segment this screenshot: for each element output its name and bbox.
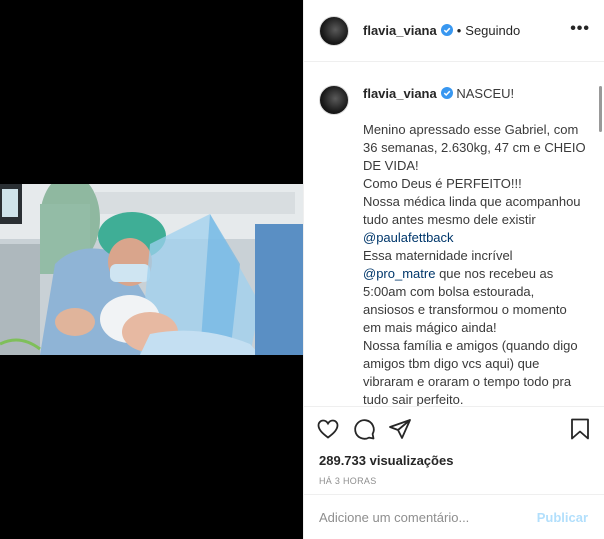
caption-text: NASCEU! Menino apressado esse Gabriel, c… [363, 86, 588, 406]
header-username[interactable]: flavia_viana [363, 23, 453, 38]
media-panel [0, 0, 303, 539]
add-comment-bar: Publicar [304, 494, 604, 539]
post-header: flavia_viana • Seguindo ••• [304, 0, 604, 62]
post-sidebar: flavia_viana • Seguindo ••• flavia_viana… [303, 0, 604, 539]
caption-username[interactable]: flavia_viana [363, 86, 437, 101]
separator-dot: • [456, 23, 462, 38]
following-button[interactable]: Seguindo [465, 23, 520, 38]
comments-section: flavia_viana NASCEU! Menino apressado es… [304, 63, 604, 406]
caption-row: flavia_viana NASCEU! Menino apressado es… [319, 85, 588, 406]
comment-icon[interactable] [352, 417, 376, 441]
caption-segment: Essa maternidade incrível [363, 248, 513, 263]
mention-link[interactable]: @pro_matre [363, 266, 435, 281]
mention-link[interactable]: @paulafettback [363, 230, 454, 245]
caption-segment: NASCEU! Menino apressado esse Gabriel, c… [363, 86, 586, 227]
post-actions-area: 289.733 visualizações HÁ 3 HORAS [304, 406, 604, 486]
avatar[interactable] [319, 15, 349, 46]
comment-input[interactable] [319, 509, 537, 525]
post-caption: flavia_viana NASCEU! Menino apressado es… [363, 85, 588, 406]
caption-segment: que nos recebeu as 5:00am com bolsa esto… [363, 266, 578, 406]
publish-button[interactable]: Publicar [537, 510, 588, 525]
post-video[interactable] [0, 184, 303, 355]
verified-badge-icon [440, 87, 453, 99]
more-options-icon[interactable]: ••• [570, 20, 590, 38]
avatar[interactable] [319, 85, 349, 115]
view-count[interactable]: 289.733 visualizações [304, 452, 604, 470]
header-username-text[interactable]: flavia_viana [363, 23, 437, 38]
bookmark-icon[interactable] [568, 417, 592, 441]
heart-icon[interactable] [316, 417, 340, 441]
share-icon[interactable] [388, 417, 412, 441]
video-frame [0, 184, 303, 355]
action-bar [304, 407, 604, 451]
scrollbar[interactable] [599, 86, 602, 132]
verified-badge-icon [440, 24, 453, 36]
post-timestamp[interactable]: HÁ 3 HORAS [304, 476, 604, 486]
